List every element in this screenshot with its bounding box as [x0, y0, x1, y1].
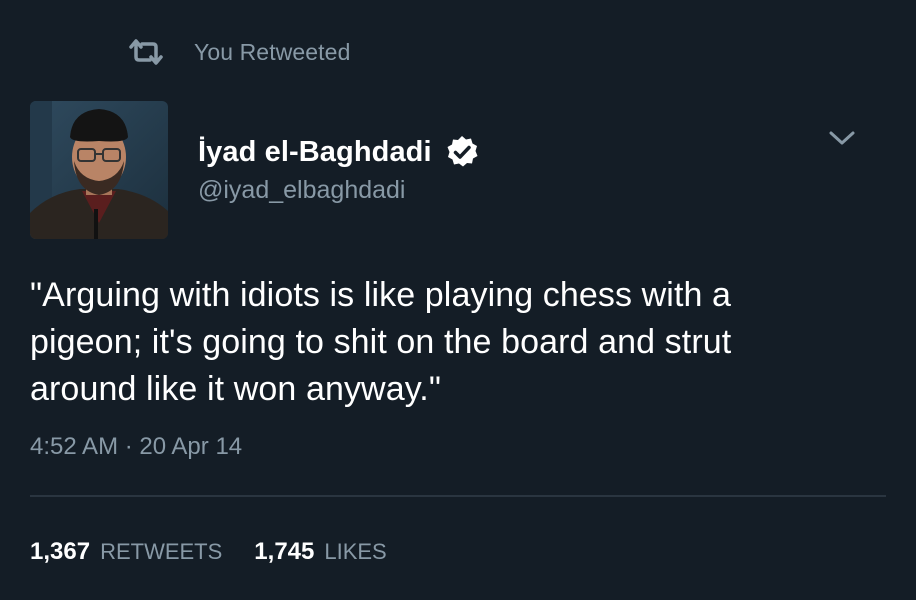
handle[interactable]: @iyad_elbaghdadi — [198, 176, 480, 205]
display-name-row: İyad el-Baghdadi — [198, 132, 480, 172]
tweet-stats: 1,367 RETWEETS 1,745 LIKES — [30, 538, 387, 566]
chevron-down-icon — [827, 129, 857, 152]
tweet-text-line: "Arguing with idiots is like playing che… — [30, 276, 732, 314]
tweet-menu-button[interactable] — [820, 122, 864, 158]
display-name[interactable]: İyad el-Baghdadi — [198, 136, 432, 169]
likes-label: LIKES — [324, 539, 387, 564]
verified-badge-icon — [444, 134, 480, 170]
retweets-count: 1,367 — [30, 538, 91, 565]
likes-stat[interactable]: 1,745 LIKES — [254, 538, 386, 566]
tweet-text-line: around like it won anyway." — [30, 370, 442, 408]
likes-count: 1,745 — [254, 538, 315, 565]
retweets-stat[interactable]: 1,367 RETWEETS — [30, 538, 222, 566]
tweet-text: "Arguing with idiots is like playing che… — [30, 272, 830, 413]
retweet-context: You Retweeted — [128, 36, 350, 68]
divider — [30, 495, 886, 497]
author-info: İyad el-Baghdadi @iyad_elbaghdadi — [198, 132, 480, 205]
tweet-detail: You Retweeted İyad el-Baghdadi @iyad_elb… — [0, 0, 916, 600]
retweets-label: RETWEETS — [100, 539, 223, 564]
retweet-icon — [128, 39, 164, 65]
avatar[interactable] — [30, 101, 168, 239]
retweet-context-text: You Retweeted — [194, 38, 351, 65]
tweet-text-line: pigeon; it's going to shit on the board … — [30, 323, 732, 361]
tweet-timestamp[interactable]: 4:52 AM · 20 Apr 14 — [30, 433, 242, 461]
